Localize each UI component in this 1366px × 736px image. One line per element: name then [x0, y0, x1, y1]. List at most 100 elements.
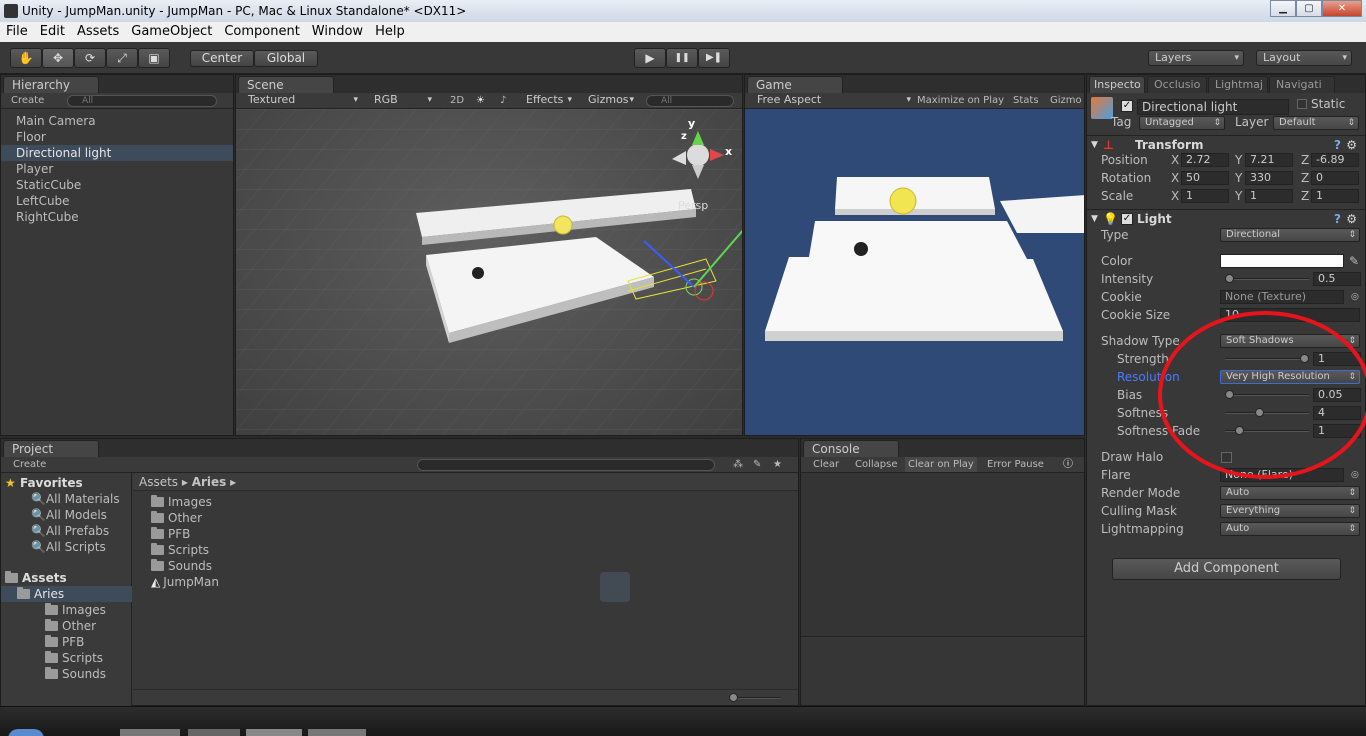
menu-help[interactable]: Help — [369, 22, 411, 42]
close-button[interactable]: ✕ — [1322, 0, 1362, 17]
folder-item[interactable]: Other — [45, 618, 96, 634]
lighting-toggle-icon[interactable]: ☀ — [476, 93, 485, 108]
scene-viewport[interactable]: y x z Persp — [236, 109, 742, 435]
console-log-list[interactable] — [801, 473, 1084, 637]
audio-toggle-icon[interactable]: ♪ — [500, 93, 506, 108]
maximize-button[interactable]: ▢ — [1296, 0, 1322, 17]
stats-toggle[interactable]: Stats — [1013, 93, 1039, 108]
play-button[interactable]: ▶ — [634, 48, 666, 68]
intensity-slider[interactable] — [1225, 274, 1309, 283]
folder-item[interactable]: Images — [45, 602, 106, 618]
favorite-item[interactable]: 🔍All Scripts — [31, 539, 106, 555]
tab-inspector[interactable]: Inspecto — [1089, 76, 1145, 93]
taskbar-app-icon[interactable] — [246, 729, 302, 736]
hierarchy-search-input[interactable]: All — [67, 95, 217, 107]
breadcrumb-root[interactable]: Assets — [139, 475, 178, 489]
menu-assets[interactable]: Assets — [71, 22, 125, 42]
pause-button[interactable]: ❚❚ — [666, 48, 698, 68]
filter-label-icon[interactable]: ✎ — [753, 457, 761, 472]
aspect-dropdown[interactable]: Free Aspect — [751, 93, 915, 109]
asset-scene[interactable]: ◭ JumpMan — [151, 574, 219, 590]
icon-size-slider[interactable] — [729, 693, 781, 702]
icon-size-slider-knob[interactable] — [729, 693, 738, 702]
hierarchy-item[interactable]: RightCube — [1, 209, 233, 225]
menu-file[interactable]: File — [0, 22, 34, 42]
info-icon[interactable]: ⓘ — [1063, 457, 1073, 472]
hand-tool-icon[interactable]: ✋ — [10, 48, 42, 68]
favorite-item[interactable]: 🔍All Prefabs — [31, 523, 109, 539]
tab-occlusion[interactable]: Occlusio — [1147, 76, 1207, 93]
move-tool-icon[interactable]: ✥ — [42, 48, 74, 68]
menu-component[interactable]: Component — [218, 22, 305, 42]
favorite-item[interactable]: 🔍All Materials — [31, 491, 120, 507]
scale-z-field[interactable]: 1 — [1311, 189, 1359, 203]
pivot-center-button[interactable]: Center — [190, 50, 254, 67]
color-mode-dropdown[interactable]: RGB — [368, 93, 436, 109]
asset-folder[interactable]: Other — [151, 510, 202, 526]
hierarchy-item[interactable]: Player — [1, 161, 233, 177]
asset-folder[interactable]: Images — [151, 494, 212, 510]
effects-dropdown[interactable]: Effects — [520, 93, 576, 109]
console-error-pause-button[interactable]: Error Pause — [987, 457, 1044, 472]
maximize-on-play-toggle[interactable]: Maximize on Play — [917, 93, 1004, 108]
rect-tool-icon[interactable]: ▣ — [138, 48, 170, 68]
taskbar-app-icon[interactable] — [188, 729, 240, 736]
console-detail-area[interactable] — [801, 639, 1084, 705]
tab-lightmapping[interactable]: Lightmaj — [1208, 76, 1268, 93]
position-z-field[interactable]: -6.89 — [1311, 153, 1359, 167]
layer-dropdown[interactable]: Default — [1273, 116, 1359, 130]
static-checkbox[interactable] — [1297, 99, 1307, 109]
2d-toggle[interactable]: 2D — [450, 93, 464, 108]
intensity-slider-knob[interactable] — [1225, 274, 1234, 283]
project-search-input[interactable] — [417, 459, 715, 471]
rotation-y-field[interactable]: 330 — [1245, 171, 1293, 185]
folder-item[interactable]: Scripts — [45, 650, 103, 666]
game-gizmos-toggle[interactable]: Gizmo — [1050, 93, 1082, 108]
hierarchy-item[interactable]: Floor — [1, 129, 233, 145]
folder-item[interactable]: Sounds — [45, 666, 106, 682]
tag-dropdown[interactable]: Untagged — [1139, 116, 1225, 130]
asset-folder[interactable]: PFB — [151, 526, 190, 542]
layers-dropdown[interactable]: Layers — [1148, 50, 1244, 66]
object-name-field[interactable]: Directional light — [1137, 99, 1289, 115]
project-create-dropdown[interactable]: Create — [13, 457, 46, 472]
eyedropper-icon[interactable]: ✎ — [1349, 252, 1359, 270]
favorite-star-icon[interactable]: ★ — [773, 457, 782, 472]
culling-mask-dropdown[interactable]: Everything — [1220, 504, 1360, 518]
taskbar-app-icon[interactable] — [120, 729, 180, 736]
tab-console[interactable]: Console — [803, 440, 899, 457]
asset-folder[interactable]: Sounds — [151, 558, 212, 574]
pivot-global-button[interactable]: Global — [254, 50, 318, 67]
asset-folder[interactable]: Scripts — [151, 542, 209, 558]
scale-tool-icon[interactable]: ⤢ — [106, 48, 138, 68]
light-enabled-checkbox[interactable]: ✓ — [1121, 213, 1133, 225]
menu-edit[interactable]: Edit — [34, 22, 71, 42]
hierarchy-item[interactable]: LeftCube — [1, 193, 233, 209]
tab-scene[interactable]: Scene — [238, 76, 334, 93]
gizmos-dropdown[interactable]: Gizmos — [582, 93, 638, 109]
assets-folder[interactable]: Assets — [5, 570, 67, 586]
tab-navigation[interactable]: Navigati — [1269, 76, 1335, 93]
breadcrumb-current[interactable]: Aries — [192, 475, 227, 489]
tab-hierarchy[interactable]: Hierarchy — [3, 76, 99, 93]
light-color-swatch[interactable] — [1220, 254, 1344, 268]
hierarchy-item-selected[interactable]: Directional light — [1, 145, 233, 161]
active-checkbox[interactable]: ✓ — [1121, 100, 1133, 112]
light-type-dropdown[interactable]: Directional — [1220, 228, 1360, 242]
rotation-z-field[interactable]: 0 — [1311, 171, 1359, 185]
rotate-tool-icon[interactable]: ⟳ — [74, 48, 106, 68]
tab-project[interactable]: Project — [3, 440, 99, 457]
menu-gameobject[interactable]: GameObject — [125, 22, 218, 42]
light-header[interactable]: ▼ 💡 ✓ Light ? ⚙ — [1087, 209, 1365, 227]
menu-window[interactable]: Window — [306, 22, 369, 42]
favorite-item[interactable]: 🔍All Models — [31, 507, 107, 523]
minimize-button[interactable]: ▁ — [1270, 0, 1296, 17]
scale-y-field[interactable]: 1 — [1245, 189, 1293, 203]
taskbar-app-icon[interactable] — [308, 729, 366, 736]
filter-type-icon[interactable]: ⁂ — [733, 457, 743, 472]
render-mode-dropdown[interactable]: Textured — [242, 93, 362, 109]
lightmapping-dropdown[interactable]: Auto — [1220, 522, 1360, 536]
console-clear-button[interactable]: Clear — [813, 457, 839, 472]
rotation-x-field[interactable]: 50 — [1181, 171, 1229, 185]
scene-search-input[interactable]: All — [646, 95, 734, 107]
